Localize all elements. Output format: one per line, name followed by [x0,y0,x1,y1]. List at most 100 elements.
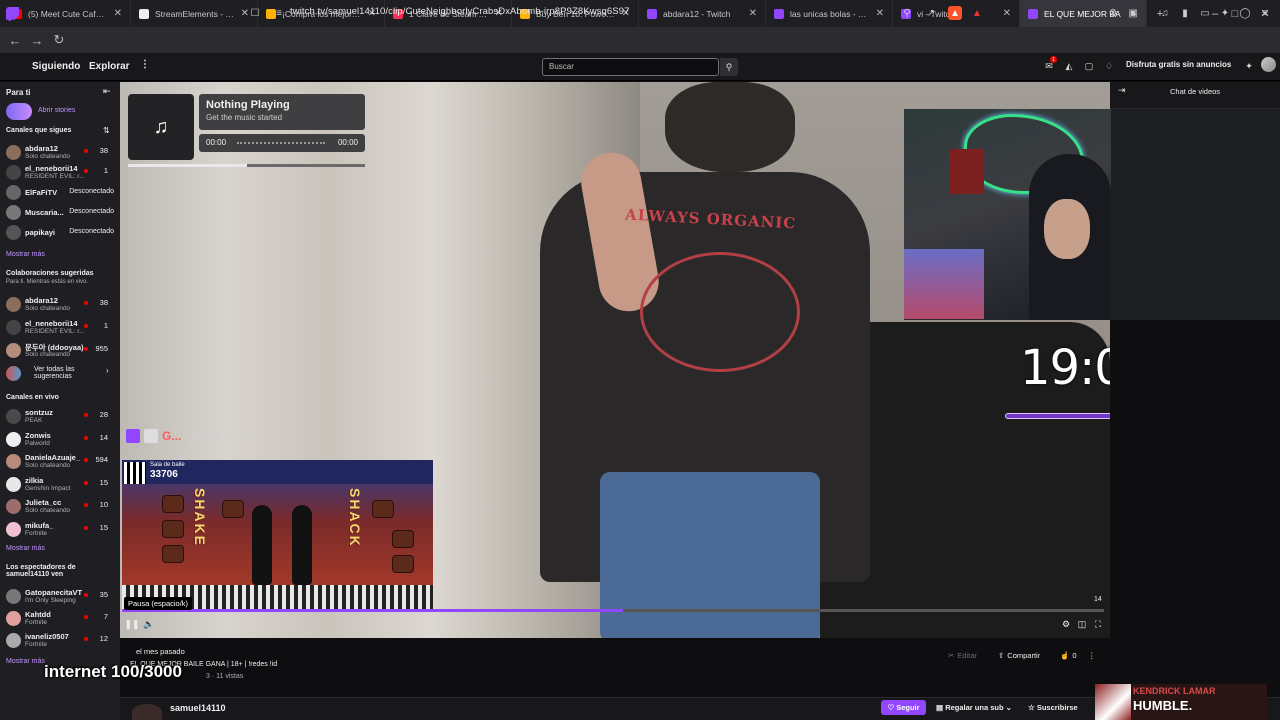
leo-icon[interactable]: ✦ [1218,6,1232,20]
brave-rewards-icon[interactable]: ▲ [970,6,984,20]
sidebar-channel[interactable]: papikayi Desconectado [0,223,120,243]
search-icon[interactable]: ⚲ [720,58,738,76]
subscribe-button[interactable]: ☆ Suscribirse [1028,703,1078,712]
expand-chat-icon[interactable]: ⇥ [1118,85,1126,96]
wallet-icon[interactable]: ▭ [1198,6,1212,20]
sidebar-channel[interactable]: el_neneborii14 RESIDENT EVIL: r... 1 [0,163,120,183]
settings-icon[interactable]: ⚙ [1060,618,1072,630]
sidebar-channel[interactable]: sontzuz PEAK 28 [0,407,120,427]
search-input[interactable]: Buscar [542,58,719,76]
bed [904,249,984,319]
qr-badge-icon [144,429,158,443]
suggested-subheader: Para ti. Mientras estás en vivo. [6,279,89,285]
qr-code [124,462,146,484]
live-dot [84,458,88,462]
share-button[interactable]: ⇧ Compartir [998,648,1040,662]
user-avatar[interactable] [1261,57,1276,72]
menu-icon[interactable]: ≡ [1258,6,1272,20]
sort-icon[interactable]: ⇅ [103,126,110,135]
sidebar-channel[interactable]: DanielaAzuaje_ Solo chateando 594 [0,452,120,472]
tab-close-icon[interactable]: ✕ [749,8,757,19]
more-actions-icon[interactable]: ⋮ [1088,648,1096,662]
sidebar-channel[interactable]: Kahtdd Fortnite 7 [0,609,120,629]
see-all-suggestions[interactable]: Ver todas las sugerencias [34,366,94,380]
channel-name[interactable]: samuel14110 [170,703,226,713]
fullscreen-icon[interactable]: ⛶ [1092,618,1104,630]
sidebar-channel[interactable]: ElFaFiTV Desconectado [0,183,120,203]
streamer-face [1044,199,1090,259]
sidebar-channel[interactable]: ivaneliz0507 Fortnite 12 [0,631,120,651]
sidebar-channel[interactable]: el_neneborii14 RESIDENT EVIL: r... 1 [0,318,120,338]
browser-tab[interactable]: abdara12 - Twitch ✕ [639,0,766,27]
channel-name: GatopanecitaVT [25,588,83,597]
inbox-icon[interactable]: ◭ [1063,60,1075,72]
sidebar-channel[interactable]: mikufa_ Fortnite 15 [0,520,120,540]
brave-shield-icon[interactable]: ▲ [948,6,962,20]
sidebar-channel[interactable]: abdara12 Solo chateando 38 [0,295,120,315]
viewer-count: 12 [99,634,108,643]
clip-views: 3 · 11 vistas [206,673,244,680]
extensions-icon[interactable]: ⚙ [1106,6,1120,20]
show-more-followed[interactable]: Mostrar más [6,251,45,258]
browser-tab[interactable]: las unicas bolas - Twitch ✕ [766,0,893,27]
sidebar-channel[interactable]: zilkia Genshin Impact 15 [0,475,120,495]
reload-icon[interactable]: ↻ [48,29,70,51]
chevron-right-icon[interactable]: › [106,366,109,375]
media-icon[interactable]: ♫ [1158,6,1172,20]
vpn-icon[interactable]: ◯ [1238,6,1252,20]
sidebar-channel[interactable]: Zonwis Palworld 14 [0,430,120,450]
seek-count: 14 [1094,596,1102,603]
collapse-sidebar-icon[interactable]: ⇤ [103,86,111,97]
gift-sub-button[interactable]: ▤ Regalar una sub ⌄ [936,703,1012,712]
channel-game: Genshin Impact [25,484,71,492]
thumbs-up-icon: ☝ [1060,650,1070,660]
tab-title: las unicas bolas - Twitch [790,8,870,19]
site-info-icon[interactable]: ≡ [272,6,286,20]
sidebar-channel[interactable]: Muscaria... Desconectado [0,203,120,223]
turbo-promo[interactable]: Disfruta gratis sin anuncios [1126,60,1231,69]
sidebar-channel[interactable]: 문두아 (ddooyaa) Solo chateando 955 [0,341,120,361]
show-more-viewers[interactable]: Mostrar más [6,658,45,665]
volume-icon[interactable]: 🔈 [143,618,155,630]
like-button[interactable]: ☝ 0 [1060,648,1077,662]
zoom-icon[interactable]: ⚲ [900,6,914,20]
tab-close-icon[interactable]: ✕ [876,8,884,19]
browser-tab[interactable]: StreamElements - darkiuns✕ [131,0,258,27]
whispers-icon[interactable]: ▢ [1083,60,1095,72]
channel-avatar[interactable] [132,704,162,720]
sidebar-channel[interactable]: abdara12 Solo chateando 38 [0,143,120,163]
back-icon[interactable]: ← [4,29,26,51]
more-options-icon[interactable]: ⋮ [140,59,150,70]
sidebar-toggle-icon[interactable]: ▮ [1178,6,1192,20]
drops-icon[interactable]: ✦ [1243,60,1255,72]
viewer-count: 14 [99,432,108,442]
nav-following[interactable]: Siguiendo [32,61,80,72]
pause-icon[interactable]: ❚❚ [124,618,139,630]
screenshot-icon[interactable]: ▣ [1126,6,1140,20]
nav-browse[interactable]: Explorar [89,61,130,72]
sidebar-channel[interactable]: GatopanecitaVT I'm Only Sleeping 35 [0,587,120,607]
url-field[interactable]: twitch.tv/samuel14110/clip/CuteNeighborl… [290,6,629,17]
sidebar-channel[interactable]: Julieta_cc Solo chateando 10 [0,497,120,517]
crown-icon[interactable]: ♢ [1103,60,1115,72]
viewers-header: Los espectadores de samuel14110 ven [6,564,76,578]
forward-icon[interactable]: → [26,29,48,51]
stories-avatar[interactable] [6,103,32,120]
share-page-icon[interactable]: ↗ [924,6,938,20]
tab-close-icon[interactable]: ✕ [1003,8,1011,19]
follow-button[interactable]: ♡ Seguir [881,700,926,715]
open-stories-link[interactable]: Abrir stories [38,107,75,114]
show-more-live[interactable]: Mostrar más [6,545,45,552]
browser-tab[interactable]: (5) Meet Cute Cafe - YouTu ✕ [4,0,131,27]
edit-button[interactable]: ✂ Editar [948,648,977,662]
music-bar [128,164,365,167]
seek-bar[interactable] [122,609,1104,612]
live-dot [84,347,88,351]
tab-close-icon[interactable]: ✕ [114,8,122,19]
theatre-mode-icon[interactable]: ◫ [1076,618,1088,630]
bookmark-icon[interactable]: ☐ [248,6,262,20]
seek-bar-fill [122,609,623,612]
game-word-left: SHAKE [192,488,208,548]
address-bar: ← → ↻ [0,27,1280,53]
viewer-count: 35 [99,590,108,599]
